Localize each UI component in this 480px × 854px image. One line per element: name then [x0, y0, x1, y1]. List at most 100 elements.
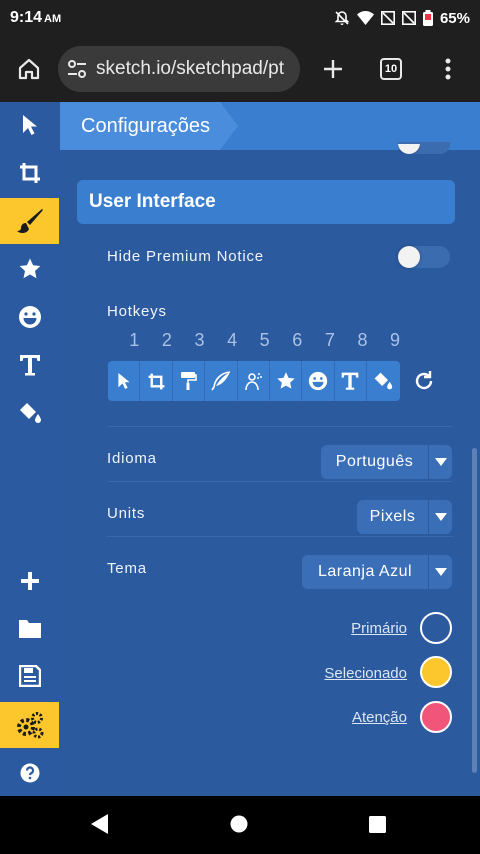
select-tool[interactable] [0, 102, 59, 148]
selecionado-swatch[interactable] [420, 656, 452, 688]
primario-swatch[interactable] [420, 612, 452, 644]
settings-button[interactable] [0, 702, 59, 748]
text-icon [342, 372, 359, 390]
open-button[interactable] [0, 605, 59, 651]
signal-off-icon [380, 11, 395, 25]
star-icon [19, 258, 40, 279]
hotkey-bar [108, 361, 400, 401]
help-button[interactable] [0, 750, 59, 796]
hotkey-numbers: 1 2 3 4 5 6 7 8 9 [118, 330, 411, 351]
hotkey-slot-7[interactable] [302, 361, 335, 401]
brush-icon [16, 209, 43, 234]
home-icon [18, 58, 40, 80]
tema-select[interactable]: Laranja Azul [302, 555, 452, 589]
status-ampm: AM [44, 13, 62, 25]
hotkey-slot-3[interactable] [173, 361, 206, 401]
back-button[interactable] [90, 813, 110, 840]
units-select[interactable]: Pixels [357, 500, 452, 534]
hotkey-slot-8[interactable] [335, 361, 368, 401]
paint-bucket-icon [19, 403, 41, 423]
feather-icon [211, 371, 230, 391]
status-time: 9:14 AM [10, 9, 61, 27]
hotkey-number: 7 [324, 330, 335, 350]
save-button[interactable] [0, 653, 59, 699]
fill-tool[interactable] [0, 390, 59, 436]
crop-icon [19, 163, 40, 183]
section-header: User Interface [77, 180, 455, 224]
wifi-icon [356, 11, 374, 25]
browser-toolbar: sketch.io/sketchpad/pt 10 [0, 36, 480, 102]
browser-menu-button[interactable] [416, 58, 480, 80]
hotkey-slot-4[interactable] [205, 361, 238, 401]
save-icon [18, 665, 41, 687]
text-icon [19, 355, 40, 376]
circle-icon [230, 815, 248, 833]
hotkey-number: 2 [161, 330, 172, 350]
back-icon [91, 814, 108, 834]
crop-icon [148, 373, 164, 389]
breadcrumb: Configurações [60, 102, 238, 150]
address-bar[interactable]: sketch.io/sketchpad/pt [58, 46, 300, 92]
hotkey-slot-6[interactable] [270, 361, 303, 401]
home-button[interactable] [0, 36, 58, 102]
primario-link[interactable]: Primário [320, 620, 407, 637]
hotkey-number: 3 [194, 330, 205, 350]
reset-hotkeys-button[interactable] [413, 370, 435, 397]
signal-icon [401, 11, 416, 25]
divider [107, 536, 453, 537]
selecionado-link[interactable]: Selecionado [300, 665, 407, 682]
chevron-down-icon [428, 500, 452, 534]
atencao-swatch[interactable] [420, 701, 452, 733]
idioma-value: Português [335, 453, 414, 470]
site-settings-icon[interactable] [66, 58, 88, 80]
text-tool[interactable] [0, 342, 59, 388]
hotkey-slot-1[interactable] [108, 361, 141, 401]
hotkey-slot-9[interactable] [367, 361, 399, 401]
star-icon [276, 372, 295, 389]
brush-tool[interactable] [0, 198, 59, 244]
battery-percent: 65% [439, 9, 470, 27]
section-title: User Interface [89, 191, 216, 212]
hotkey-number: 6 [292, 330, 303, 350]
paint-roller-icon [181, 372, 198, 390]
idioma-select[interactable]: Português [321, 445, 452, 479]
paint-bucket-icon [374, 372, 393, 390]
plus-icon [20, 572, 39, 590]
system-nav-bar [0, 796, 480, 854]
tema-value: Laranja Azul [317, 563, 413, 580]
stamp-tool[interactable] [0, 246, 59, 292]
hotkey-slot-5[interactable] [238, 361, 270, 401]
status-icons: 65% [334, 10, 470, 27]
recents-button[interactable] [369, 816, 386, 838]
idioma-label: Idioma [107, 450, 157, 467]
hotkey-number: 5 [259, 330, 270, 350]
hotkeys-label: Hotkeys [107, 303, 167, 320]
new-tab-button[interactable] [300, 58, 366, 80]
cursor-icon [118, 373, 130, 389]
units-value: Pixels [369, 508, 416, 525]
status-bar: 9:14 AM 65% [0, 0, 480, 36]
tab-switcher-button[interactable]: 10 [366, 58, 416, 80]
units-label: Units [107, 505, 146, 522]
hotkey-number: 4 [227, 330, 238, 350]
grin-icon [308, 371, 328, 391]
tema-label: Tema [107, 560, 147, 577]
hotkey-number: 1 [129, 330, 140, 350]
tab-count: 10 [380, 58, 402, 80]
home-nav-button[interactable] [230, 815, 248, 838]
plus-icon [324, 60, 342, 78]
atencao-link[interactable]: Atenção [320, 709, 407, 726]
emoji-tool[interactable] [0, 294, 59, 340]
new-button[interactable] [0, 558, 59, 604]
divider [107, 481, 453, 482]
folder-icon [18, 620, 41, 638]
hotkey-slot-2[interactable] [140, 361, 173, 401]
crop-tool[interactable] [0, 150, 59, 196]
page-title: Configurações [81, 115, 210, 137]
url-text: sketch.io/sketchpad/pt [96, 58, 284, 79]
scrollbar[interactable] [472, 448, 477, 773]
status-time-value: 9:14 [10, 9, 43, 26]
hotkey-number: 8 [357, 330, 368, 350]
chevron-down-icon [428, 555, 452, 589]
bell-off-icon [334, 11, 350, 25]
